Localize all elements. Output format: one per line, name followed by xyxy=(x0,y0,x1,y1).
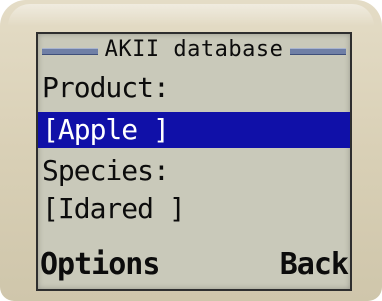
phone-screen: AKII database Product: [Apple ] Species:… xyxy=(36,32,352,291)
options-softkey[interactable]: Options xyxy=(40,247,160,283)
title-rule-right xyxy=(290,48,346,55)
bezel-highlight xyxy=(8,4,374,26)
screen-title: AKII database xyxy=(104,37,284,62)
product-label: Product: xyxy=(42,71,170,104)
species-field[interactable]: [Idared ] xyxy=(42,192,186,226)
product-field[interactable]: [Apple ] xyxy=(38,112,350,148)
title-rule-left xyxy=(42,48,98,55)
phone-bezel: AKII database Product: [Apple ] Species:… xyxy=(0,0,382,301)
product-value: [Apple ] xyxy=(42,113,170,146)
back-softkey[interactable]: Back xyxy=(280,247,349,283)
title-bar: AKII database xyxy=(38,37,350,62)
species-label: Species: xyxy=(42,154,170,187)
